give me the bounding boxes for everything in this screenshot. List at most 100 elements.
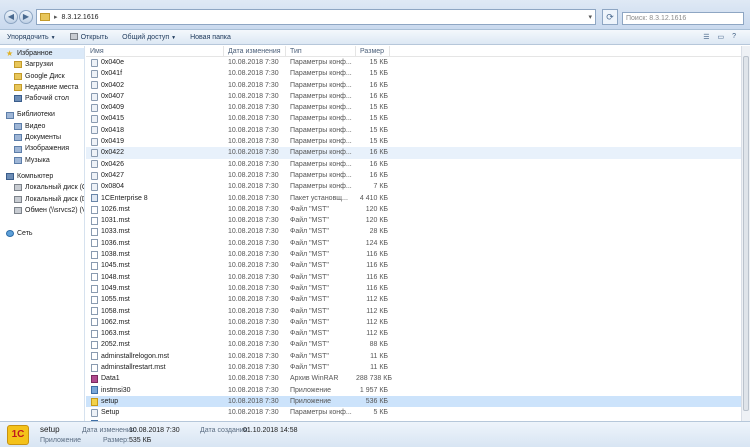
file-row[interactable]: 0x0415 10.08.2018 7:30 Параметры конф... 15… [86,113,741,124]
file-row[interactable]: 0x0419 10.08.2018 7:30 Параметры конф... 15… [86,136,741,147]
file-name-cell[interactable]: 0x0418 [86,125,224,136]
nav-item-google-drive[interactable]: Google Диск [0,71,84,82]
file-name-cell[interactable]: 1055.mst [86,294,224,305]
file-name-cell[interactable]: 1038.mst [86,249,224,260]
file-name-cell[interactable]: 1062.mst [86,317,224,328]
file-row[interactable]: 1045.mst 10.08.2018 7:30 Файл "MST" 116 КБ [86,260,741,271]
file-row[interactable]: setup 10.08.2018 7:30 Приложение 536 КБ [86,395,741,408]
forward-button[interactable]: ▶ [19,10,33,24]
file-row[interactable]: 0x0402 10.08.2018 7:30 Параметры конф... 16… [86,80,741,91]
scrollbar-thumb[interactable] [743,56,749,411]
nav-item-network-share[interactable]: Обмен (\\srvcs2) (V [0,205,84,216]
file-row[interactable]: adminstallrelogon.mst 10.08.2018 7:30 Файл… [86,351,741,362]
file-name-cell[interactable]: adminstallrestart.mst [86,362,224,373]
file-name-cell[interactable]: 0x0426 [86,159,224,170]
nav-libraries[interactable]: Библиотеки [0,109,84,120]
nav-network[interactable]: Сеть [0,228,84,239]
file-row[interactable]: 0x0418 10.08.2018 7:30 Параметры конф... 15… [86,125,741,136]
file-row[interactable]: 0x0409 10.08.2018 7:30 Параметры конф... 15… [86,102,741,113]
file-name-cell[interactable]: 0x0409 [86,102,224,113]
column-header-date[interactable]: Дата изменения [224,46,286,56]
file-name-cell[interactable]: 1048.mst [86,272,224,283]
file-row[interactable]: 0x0426 10.08.2018 7:30 Параметры конф... 16… [86,159,741,170]
nav-computer[interactable]: Компьютер [0,171,84,182]
file-name-cell[interactable]: 0x0415 [86,113,224,124]
settings-file-icon [91,81,98,90]
file-row[interactable]: 0x040e 10.08.2018 7:30 Параметры конф... 15… [86,57,741,68]
open-button[interactable]: Открыть [63,30,116,45]
file-name-cell[interactable]: Data1 [86,373,224,384]
file-row[interactable]: 0x0422 10.08.2018 7:30 Параметры конф... 16… [86,147,741,159]
file-row[interactable]: 0x0427 10.08.2018 7:30 Параметры конф... 16… [86,170,741,181]
file-row[interactable]: 1026.mst 10.08.2018 7:30 Файл "MST" 120 КБ [86,204,741,215]
file-row[interactable]: adminstallrestart.mst 10.08.2018 7:30 Файл… [86,362,741,373]
preview-pane-icon[interactable]: ▭ [717,33,724,41]
organize-button[interactable]: Упорядочить ▼ [0,30,63,45]
file-row[interactable]: 0x0407 10.08.2018 7:30 Параметры конф... 16… [86,91,741,102]
file-name-cell[interactable]: 0x0419 [86,136,224,147]
help-icon[interactable]: ? [732,33,736,41]
file-row[interactable]: 1031.mst 10.08.2018 7:30 Файл "MST" 120 КБ [86,215,741,226]
share-button[interactable]: Общий доступ ▼ [115,30,183,45]
file-row[interactable]: 1055.mst 10.08.2018 7:30 Файл "MST" 112 КБ [86,294,741,305]
file-row[interactable]: 2052.mst 10.08.2018 7:30 Файл "MST" 88 КБ [86,339,741,350]
file-name-cell[interactable]: 0x0427 [86,170,224,181]
file-name-cell[interactable]: 1058.mst [86,306,224,317]
file-row[interactable]: 0x041f 10.08.2018 7:30 Параметры конф... 15… [86,68,741,79]
column-header-name[interactable]: Имя [86,46,224,56]
view-options-icon[interactable]: ☰ [703,33,709,41]
nav-item-music[interactable]: Музыка [0,155,84,166]
file-row[interactable]: Data1 10.08.2018 7:30 Архив WinRAR 288 738 … [86,373,741,384]
file-name-cell[interactable]: 0x041f [86,68,224,79]
nav-item-recent-places[interactable]: Недавние места [0,82,84,93]
file-name-cell[interactable]: instmsi30 [86,385,224,396]
file-row[interactable]: 1049.mst 10.08.2018 7:30 Файл "MST" 116 КБ [86,283,741,294]
file-name-cell[interactable]: 1036.mst [86,238,224,249]
file-name-cell[interactable]: 1063.mst [86,328,224,339]
file-name-cell[interactable]: 1026.mst [86,204,224,215]
file-row[interactable]: 1062.mst 10.08.2018 7:30 Файл "MST" 112 КБ [86,317,741,328]
nav-item-drive-d[interactable]: Локальный диск (D [0,194,84,205]
refresh-icon[interactable]: ⟳ [602,9,618,25]
nav-item-pictures[interactable]: Изображения [0,143,84,154]
back-button[interactable]: ◀ [4,10,18,24]
nav-item-desktop[interactable]: Рабочий стол [0,93,84,104]
file-row[interactable]: instmsi30 10.08.2018 7:30 Приложение 1 957 … [86,385,741,396]
file-name-cell[interactable]: 1031.mst [86,215,224,226]
file-row[interactable]: 0x0804 10.08.2018 7:30 Параметры конф... 7 … [86,181,741,192]
file-row[interactable]: 1058.mst 10.08.2018 7:30 Файл "MST" 112 КБ [86,306,741,317]
search-input[interactable]: Поиск: 8.3.12.1616 [622,12,744,25]
address-dropdown-icon[interactable]: ▾ [588,13,592,21]
file-row[interactable]: Setup 10.08.2018 7:30 Параметры конф... 5 К… [86,407,741,418]
file-name-cell[interactable]: 0x0422 [86,147,224,158]
file-row[interactable]: 1048.mst 10.08.2018 7:30 Файл "MST" 116 КБ [86,272,741,283]
path-segment[interactable]: 8.3.12.1616 [62,14,99,21]
nav-item-drive-c[interactable]: Локальный диск (C [0,182,84,193]
file-row[interactable]: 1036.mst 10.08.2018 7:30 Файл "MST" 124 КБ [86,238,741,249]
file-name-cell[interactable]: 1CEnterprise 8 [86,193,224,204]
nav-item-video[interactable]: Видео [0,121,84,132]
file-row[interactable]: 1033.mst 10.08.2018 7:30 Файл "MST" 28 КБ [86,226,741,237]
column-header-size[interactable]: Размер [356,46,390,56]
file-row[interactable]: 1038.mst 10.08.2018 7:30 Файл "MST" 116 КБ [86,249,741,260]
file-name-cell[interactable]: adminstallrelogon.mst [86,351,224,362]
nav-item-documents[interactable]: Документы [0,132,84,143]
file-name-cell[interactable]: 2052.mst [86,339,224,350]
file-name-cell[interactable]: Setup [86,407,224,418]
new-folder-button[interactable]: Новая папка [183,30,238,45]
file-name-cell[interactable]: 0x0407 [86,91,224,102]
vertical-scrollbar[interactable] [741,46,750,421]
nav-item-downloads[interactable]: Загрузки [0,59,84,70]
nav-favorites[interactable]: ★ Избранное [0,48,84,60]
file-name-cell[interactable]: 0x040e [86,57,224,68]
column-header-type[interactable]: Тип [286,46,356,56]
file-row[interactable]: 1CEnterprise 8 10.08.2018 7:30 Пакет устан… [86,193,741,204]
file-name-cell[interactable]: 0x0804 [86,181,224,192]
file-name-cell[interactable]: 1033.mst [86,226,224,237]
address-field[interactable]: ▸ 8.3.12.1616 ▾ [36,9,596,25]
file-name-cell[interactable]: setup [86,396,224,407]
file-name-cell[interactable]: 1045.mst [86,260,224,271]
file-row[interactable]: 1063.mst 10.08.2018 7:30 Файл "MST" 112 КБ [86,328,741,339]
file-name-cell[interactable]: 1049.mst [86,283,224,294]
file-name-cell[interactable]: 0x0402 [86,80,224,91]
